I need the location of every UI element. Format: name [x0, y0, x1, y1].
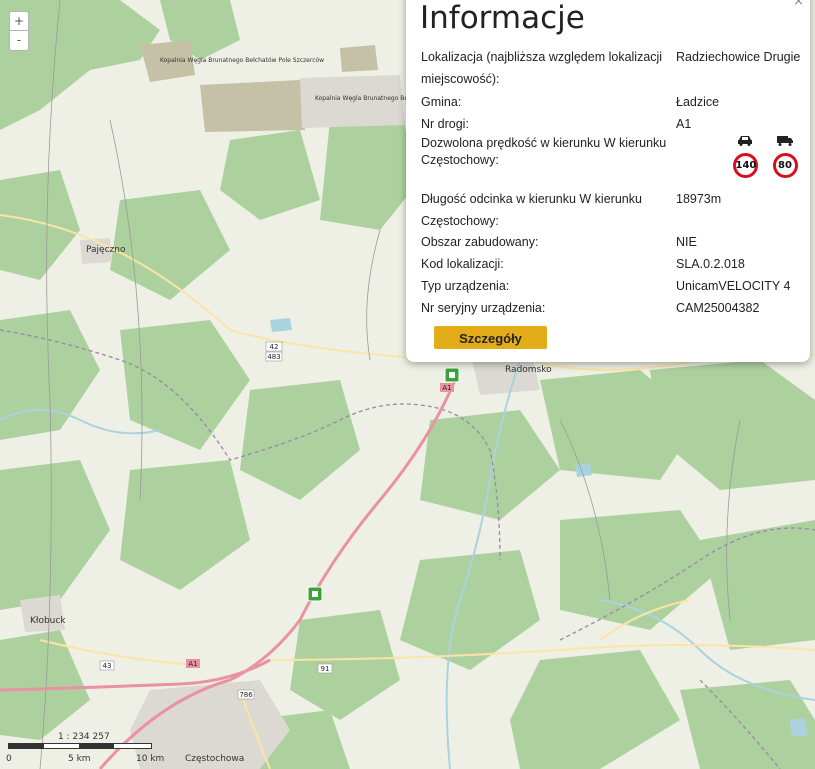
- serial-value: CAM25004382: [676, 301, 760, 315]
- car-icon: [738, 136, 752, 146]
- scale-label-0: 0: [6, 754, 12, 764]
- truck-icon: [777, 136, 793, 146]
- speed-camera-marker[interactable]: [444, 367, 460, 383]
- length-value: 18973m: [676, 192, 722, 206]
- length-label: Długość odcinka w kierunku W kierunku Cz…: [421, 192, 642, 228]
- road-shield-43: 43: [103, 662, 112, 670]
- place-label-pajeczno: Pajęczno: [86, 245, 126, 255]
- details-button[interactable]: Szczegóły: [434, 326, 547, 349]
- road-shield-786: 786: [239, 691, 253, 699]
- speed-label: Dozwolona prędkość w kierunku W kierunku…: [421, 136, 667, 167]
- speed-camera-marker[interactable]: [307, 586, 323, 602]
- road-shield-483: 483: [267, 353, 280, 361]
- scale-graphic: [8, 743, 152, 749]
- zoom-out-button[interactable]: -: [9, 31, 29, 51]
- place-label-mine-szczercow: Kopalnia Węgla Brunatnego Bełchatów Pole…: [160, 57, 324, 64]
- place-label-klobuck: Kłobuck: [30, 616, 66, 626]
- speed-car: 140: [731, 135, 759, 178]
- gmina-value: Ładzice: [676, 95, 720, 109]
- device-type-value: UnicamVELOCITY 4: [676, 279, 791, 293]
- road-value: A1: [676, 117, 692, 131]
- scale-label-10km: 10 km: [136, 754, 165, 764]
- scale-ratio: 1 : 234 257: [58, 732, 110, 742]
- location-label: Lokalizacja (najbliższa względem lokaliz…: [421, 50, 663, 86]
- scale-segment: [79, 744, 114, 748]
- built-area-label: Obszar zabudowany:: [421, 235, 539, 249]
- popup-title: Informacje: [420, 0, 585, 36]
- built-area-value: NIE: [676, 235, 697, 249]
- place-label-radomsko: Radomsko: [505, 365, 552, 375]
- scale-segment: [9, 744, 44, 748]
- code-label: Kod lokalizacji:: [421, 257, 504, 271]
- device-type-label: Typ urządzenia:: [421, 279, 510, 293]
- speed-limit-car: 140: [732, 153, 758, 178]
- code-value: SLA.0.2.018: [676, 257, 745, 271]
- gmina-label: Gmina:: [421, 95, 462, 109]
- serial-label: Nr seryjny urządzenia:: [421, 301, 546, 315]
- road-shield-91: 91: [321, 665, 330, 673]
- place-label-czestochowa: Częstochowa: [185, 754, 244, 764]
- speed-limit-truck: 80: [772, 153, 798, 178]
- location-value: Radziechowice Drugie: [676, 50, 801, 64]
- close-icon[interactable]: ×: [793, 0, 804, 9]
- info-popup: Informacje × Lokalizacja (najbliższa wzg…: [406, 0, 810, 362]
- road-shield-42: 42: [270, 343, 279, 351]
- zoom-in-button[interactable]: +: [9, 11, 29, 31]
- speed-truck: 80: [771, 135, 799, 178]
- road-shield-a1: A1: [442, 384, 451, 392]
- scale-label-5km: 5 km: [68, 754, 91, 764]
- road-label: Nr drogi:: [421, 117, 469, 131]
- road-shield-a1: A1: [188, 660, 197, 668]
